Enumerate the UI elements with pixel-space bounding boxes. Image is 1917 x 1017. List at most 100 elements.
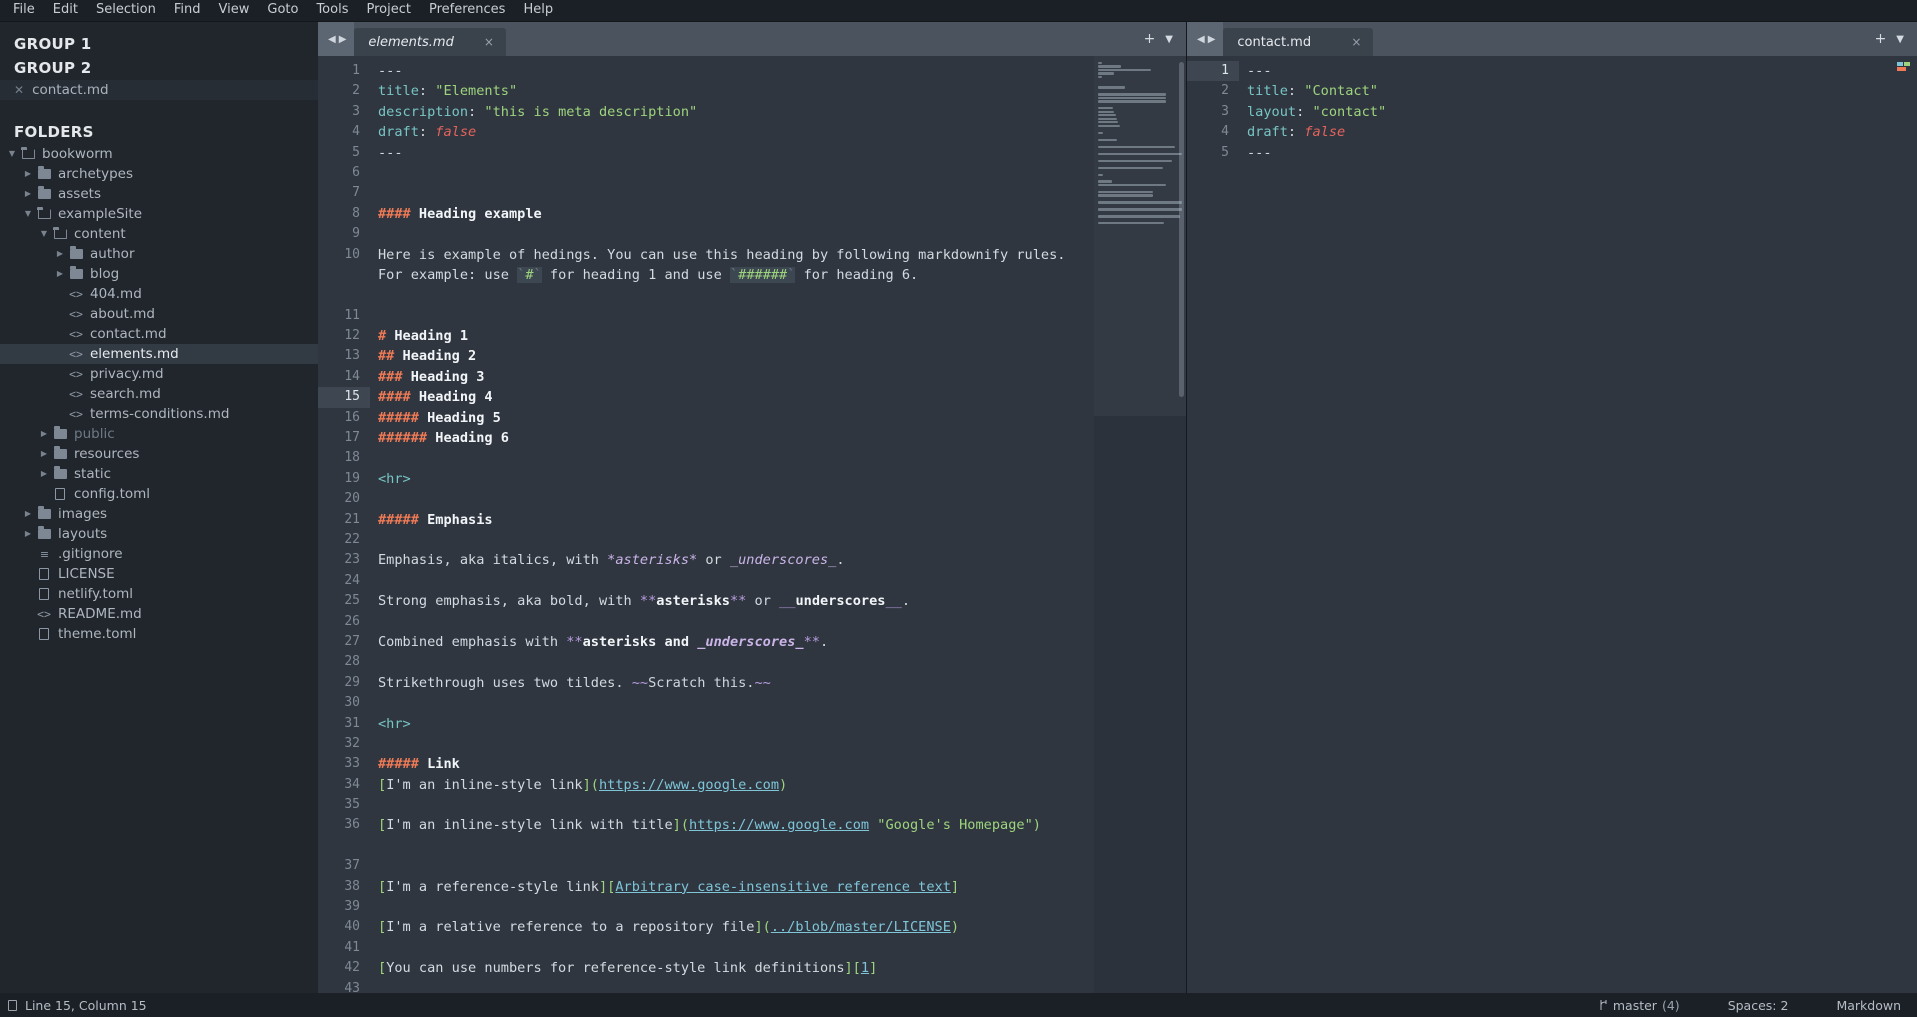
code-line[interactable] <box>378 530 1094 550</box>
menu-item-selection[interactable]: Selection <box>87 0 165 21</box>
code-line[interactable]: ##### Link <box>378 754 1094 774</box>
chevron-right-icon[interactable]: ▶ <box>1208 34 1216 45</box>
code-line[interactable] <box>378 734 1094 754</box>
editor-pane-group-1[interactable]: 1 2 3 4 5 6 7 8 9 10 11 12 13 14 15 16 17 18 19 20 21 22 23 24 2… <box>318 56 1186 993</box>
tree-item-assets[interactable]: ▶ assets <box>0 184 318 204</box>
tree-item-archetypes[interactable]: ▶ archetypes <box>0 164 318 184</box>
code-line[interactable]: [I'm a relative reference to a repositor… <box>378 917 1094 937</box>
tree-item-public[interactable]: ▶ public <box>0 424 318 444</box>
tree-item-about-md[interactable]: <> about.md <box>0 304 318 324</box>
tree-item-images[interactable]: ▶ images <box>0 504 318 524</box>
code-content-group-1[interactable]: --- title: "Elements" description: "this i… <box>370 56 1094 993</box>
chevron-right-icon[interactable]: ▶ <box>54 264 66 284</box>
menu-item-find[interactable]: Find <box>165 0 210 21</box>
menu-item-file[interactable]: File <box>4 0 44 21</box>
tree-item-blog[interactable]: ▶ blog <box>0 264 318 284</box>
chevron-right-icon[interactable]: ▶ <box>38 444 50 464</box>
code-line[interactable] <box>378 795 1094 815</box>
code-line[interactable] <box>378 693 1094 713</box>
menu-item-preferences[interactable]: Preferences <box>420 0 514 21</box>
code-line[interactable]: --- <box>378 143 1094 163</box>
chevron-down-icon[interactable]: ▼ <box>38 224 50 244</box>
code-line[interactable] <box>378 612 1094 632</box>
chevron-down-icon[interactable]: ▼ <box>6 144 18 164</box>
code-line[interactable]: <hr> <box>378 469 1094 489</box>
code-line[interactable]: Strikethrough uses two tildes. ~~Scratch… <box>378 673 1094 693</box>
chevron-right-icon[interactable]: ▶ <box>54 244 66 264</box>
code-line[interactable]: layout: "contact" <box>1247 102 1917 122</box>
tree-item-netlify-toml[interactable]: netlify.toml <box>0 584 318 604</box>
code-line[interactable]: --- <box>1247 143 1917 163</box>
editor-pane-group-2[interactable]: 12345 --- title: "Contact" layout: "contac… <box>1187 56 1917 993</box>
code-line[interactable] <box>378 897 1094 917</box>
code-line[interactable] <box>378 979 1094 993</box>
chevron-right-icon[interactable]: ▶ <box>38 464 50 484</box>
code-content-group-2[interactable]: --- title: "Contact" layout: "contact" draf… <box>1239 56 1917 993</box>
chevron-down-icon[interactable]: ▼ <box>22 204 34 224</box>
new-tab-button[interactable]: + <box>1144 31 1156 47</box>
tree-item-privacy-md[interactable]: <> privacy.md <box>0 364 318 384</box>
code-line[interactable] <box>378 448 1094 468</box>
code-line[interactable]: --- <box>378 61 1094 81</box>
code-line[interactable]: [I'm a reference-style link][Arbitrary c… <box>378 877 1094 897</box>
code-line[interactable]: description: "this is meta description" <box>378 102 1094 122</box>
tab-elements-md[interactable]: elements.md × <box>354 28 506 56</box>
code-line[interactable]: ##### Heading 5 <box>378 408 1094 428</box>
git-branch-status[interactable]: master (4) <box>1599 998 1680 1013</box>
code-line[interactable]: Combined emphasis with **asterisks and _… <box>378 632 1094 652</box>
code-line[interactable]: ###### Heading 6 <box>378 428 1094 448</box>
tab-contact-md[interactable]: contact.md × <box>1223 28 1374 56</box>
menu-item-view[interactable]: View <box>210 0 259 21</box>
menu-item-edit[interactable]: Edit <box>44 0 87 21</box>
new-tab-button[interactable]: + <box>1875 31 1887 47</box>
tab-nav-buttons-group-2[interactable]: ◀ ▶ <box>1187 22 1224 56</box>
code-line[interactable]: <hr> <box>378 714 1094 734</box>
tree-item-search-md[interactable]: <> search.md <box>0 384 318 404</box>
tree-item-terms-conditions-md[interactable]: <> terms-conditions.md <box>0 404 318 424</box>
code-line[interactable]: --- <box>1247 61 1917 81</box>
chevron-left-icon[interactable]: ◀ <box>1197 34 1205 45</box>
code-line[interactable]: Emphasis, aka italics, with *asterisks* … <box>378 550 1094 570</box>
tree-item-static[interactable]: ▶ static <box>0 464 318 484</box>
code-line[interactable]: ##### Emphasis <box>378 510 1094 530</box>
tree-item-elements-md[interactable]: <> elements.md <box>0 344 318 364</box>
code-line[interactable] <box>378 489 1094 509</box>
tree-item-theme-toml[interactable]: theme.toml <box>0 624 318 644</box>
code-line[interactable]: Strong emphasis, aka bold, with **asteri… <box>378 591 1094 611</box>
tree-item-author[interactable]: ▶ author <box>0 244 318 264</box>
chevron-right-icon[interactable]: ▶ <box>38 424 50 444</box>
close-icon[interactable]: ✕ <box>14 83 24 97</box>
code-line[interactable]: ### Heading 3 <box>378 367 1094 387</box>
tree-item-examplesite[interactable]: ▼ exampleSite <box>0 204 318 224</box>
tree-item-404-md[interactable]: <> 404.md <box>0 284 318 304</box>
tree-item-bookworm[interactable]: ▼ bookworm <box>0 144 318 164</box>
chevron-right-icon[interactable]: ▶ <box>22 184 34 204</box>
tree-item--gitignore[interactable]: ≡ .gitignore <box>0 544 318 564</box>
tree-item-content[interactable]: ▼ content <box>0 224 318 244</box>
code-line[interactable] <box>378 571 1094 591</box>
syntax-mode[interactable]: Markdown <box>1836 998 1901 1013</box>
code-line[interactable]: Here is example of hedings. You can use … <box>378 245 1094 306</box>
cursor-position[interactable]: Line 15, Column 15 <box>25 998 147 1013</box>
code-line[interactable]: ## Heading 2 <box>378 346 1094 366</box>
code-line[interactable]: [I'm an inline-style link with title](ht… <box>378 815 1094 856</box>
code-line[interactable]: title: "Contact" <box>1247 81 1917 101</box>
menu-item-tools[interactable]: Tools <box>307 0 357 21</box>
code-line[interactable]: [You can use numbers for reference-style… <box>378 958 1094 978</box>
code-line[interactable] <box>378 652 1094 672</box>
chevron-down-icon[interactable]: ▼ <box>1165 34 1173 45</box>
chevron-down-icon[interactable]: ▼ <box>1896 34 1904 45</box>
chevron-right-icon[interactable]: ▶ <box>22 164 34 184</box>
code-line[interactable] <box>378 938 1094 958</box>
vertical-scrollbar-group-1[interactable] <box>1179 62 1184 397</box>
tree-item-readme-md[interactable]: <> README.md <box>0 604 318 624</box>
close-icon[interactable]: × <box>1351 35 1361 49</box>
tree-item-layouts[interactable]: ▶ layouts <box>0 524 318 544</box>
tree-item-contact-md[interactable]: <> contact.md <box>0 324 318 344</box>
code-line[interactable] <box>378 163 1094 183</box>
code-line[interactable]: #### Heading 4 <box>378 387 1094 407</box>
minimap-viewport[interactable] <box>1094 56 1186 416</box>
menu-item-help[interactable]: Help <box>514 0 562 21</box>
code-line[interactable] <box>378 183 1094 203</box>
close-icon[interactable]: × <box>484 35 494 49</box>
